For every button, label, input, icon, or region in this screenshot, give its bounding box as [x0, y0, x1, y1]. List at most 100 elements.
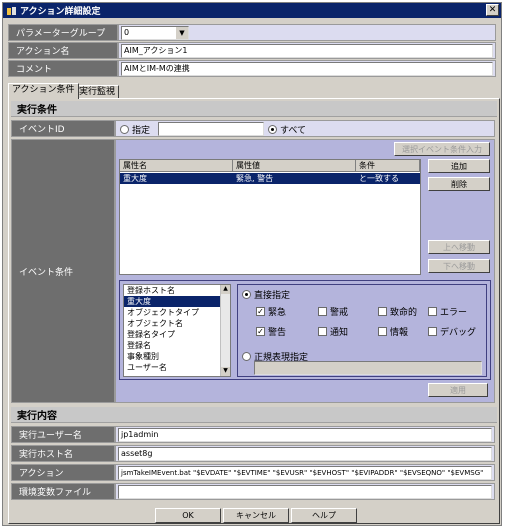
severity-option[interactable]: 警戒	[318, 305, 348, 318]
severity-label: 警告	[268, 328, 287, 338]
severity-label: 警戒	[330, 308, 349, 318]
exec-condition-header: 実行条件	[11, 101, 497, 117]
severity-option[interactable]: デバッグ	[428, 325, 476, 338]
attribute-list[interactable]: 登録ホスト名 重大度 オブジェクトタイプ オブジェクト名 登録名タイプ 登録名 事象種別 ユー…	[123, 284, 231, 377]
action-name-input[interactable]: AIM_アクション1	[121, 44, 493, 58]
comment-cell: AIMとIM-Mの連携	[118, 60, 496, 77]
severity-label: 情報	[390, 328, 409, 338]
move-up-button[interactable]: 上へ移動	[428, 240, 490, 254]
add-button[interactable]: 追加	[428, 159, 490, 173]
scroll-up-icon[interactable]: ▲	[221, 285, 230, 294]
list-item[interactable]: 登録名	[124, 340, 230, 351]
tab-action-condition[interactable]: アクション条件	[8, 83, 79, 99]
column-header[interactable]: 条件	[356, 160, 420, 172]
event-id-specify-label: 指定	[132, 126, 151, 136]
severity-option[interactable]: ✓ 警告	[256, 325, 286, 338]
severity-label: 通知	[330, 328, 349, 338]
severity-option[interactable]: ✓ 緊急	[256, 305, 286, 318]
env-file-cell	[115, 483, 495, 500]
param-group-label: パラメーターグループ	[8, 24, 118, 41]
checkbox-icon[interactable]	[428, 327, 437, 336]
table-row[interactable]: 重大度 緊急, 警告 と一致する	[120, 173, 420, 184]
ok-button[interactable]: OK	[155, 508, 221, 523]
comment-input[interactable]: AIMとIM-Mの連携	[121, 62, 493, 76]
env-file-label: 環境変数ファイル	[11, 483, 115, 500]
list-item[interactable]: オブジェクトタイプ	[124, 307, 230, 318]
list-item[interactable]: 事象種別	[124, 351, 230, 362]
action-input[interactable]: jsmTakeIMEvent.bat "$EVDATE" "$EVTIME" "…	[118, 466, 492, 480]
apply-button[interactable]: 適用	[428, 383, 488, 397]
exec-user-cell: jp1admin	[115, 426, 495, 443]
regex-radio[interactable]	[242, 352, 251, 361]
action-name-cell: AIM_アクション1	[118, 42, 496, 59]
checked-checkbox-icon[interactable]: ✓	[256, 307, 265, 316]
event-id-all-radio[interactable]	[268, 125, 277, 134]
cancel-button[interactable]: キャンセル	[223, 508, 289, 523]
event-id-input[interactable]	[158, 122, 264, 136]
severity-option[interactable]: エラー	[428, 305, 467, 318]
exec-host-label: 実行ホスト名	[11, 445, 115, 462]
list-item[interactable]: オブジェクト名	[124, 318, 230, 329]
severity-option[interactable]: 通知	[318, 325, 348, 338]
severity-option[interactable]: 致命的	[378, 305, 417, 318]
severity-option[interactable]: 情報	[378, 325, 408, 338]
checkbox-icon[interactable]	[318, 327, 327, 336]
checkbox-icon[interactable]	[378, 327, 387, 336]
exec-user-input[interactable]: jp1admin	[118, 428, 492, 442]
window-title: アクション詳細設定	[20, 7, 101, 17]
event-id-all-label: すべて	[280, 126, 307, 136]
help-button[interactable]: ヘルプ	[291, 508, 357, 523]
checkbox-icon[interactable]	[428, 307, 437, 316]
list-item[interactable]: 登録名タイプ	[124, 329, 230, 340]
severity-label: デバッグ	[440, 328, 477, 338]
tab-panel: 実行条件 イベントID 指定 すべて イベント条件 選択イベント条件入力 属性名…	[8, 98, 500, 524]
list-item[interactable]: 登録ホスト名	[124, 285, 230, 296]
severity-label: 致命的	[390, 308, 418, 318]
param-group-select[interactable]: 0 ▼	[121, 26, 189, 40]
comment-label: コメント	[8, 60, 118, 77]
checkbox-icon[interactable]	[378, 307, 387, 316]
scroll-down-icon[interactable]: ▼	[221, 367, 230, 376]
severity-label: エラー	[440, 308, 468, 318]
tab-exec-monitor[interactable]: 実行監視	[75, 85, 120, 99]
direct-label: 直接指定	[254, 291, 291, 301]
event-condition-cell: 選択イベント条件入力 属性名 属性値 条件 重大度 緊急, 警告 と一致する 追…	[115, 139, 495, 403]
exec-host-input[interactable]: asset8g	[118, 447, 492, 461]
selected-event-condition-button[interactable]: 選択イベント条件入力	[394, 142, 490, 156]
action-detail-dialog: アクション詳細設定 ✕ パラメーターグループ 0 ▼ アクション名 AIM_アク…	[2, 2, 502, 526]
move-down-button[interactable]: 下へ移動	[428, 259, 490, 273]
exec-host-cell: asset8g	[115, 445, 495, 462]
action-label: アクション	[11, 464, 115, 481]
event-condition-label: イベント条件	[11, 139, 115, 403]
list-item[interactable]: 重大度	[124, 296, 230, 307]
column-header[interactable]: 属性名	[120, 160, 233, 172]
condition-table: 属性名 属性値 条件 重大度 緊急, 警告 と一致する	[119, 159, 421, 275]
close-icon[interactable]: ✕	[486, 4, 499, 16]
env-file-input[interactable]	[118, 485, 492, 499]
event-id-specify-radio[interactable]	[120, 125, 129, 134]
list-scrollbar[interactable]: ▲ ▼	[220, 285, 230, 376]
value-options: 直接指定 ✓ 緊急 警戒 致命的 エラー ✓ 警告 通知 情報 デバッグ 正規表現指定	[237, 284, 487, 377]
column-header[interactable]: 属性値	[233, 160, 356, 172]
attribute-editor: 登録ホスト名 重大度 オブジェクトタイプ オブジェクト名 登録名タイプ 登録名 事象種別 ユー…	[119, 280, 491, 380]
regex-input[interactable]	[254, 361, 482, 375]
direct-radio[interactable]	[242, 290, 251, 299]
delete-button[interactable]: 削除	[428, 177, 490, 191]
title-bar: アクション詳細設定 ✕	[3, 3, 501, 18]
action-name-label: アクション名	[8, 42, 118, 59]
exec-user-label: 実行ユーザー名	[11, 426, 115, 443]
severity-label: 緊急	[268, 308, 287, 318]
chevron-down-icon: ▼	[175, 27, 188, 39]
param-group-cell: 0 ▼	[118, 24, 496, 41]
table-cell: と一致する	[359, 174, 399, 183]
action-cell: jsmTakeIMEvent.bat "$EVDATE" "$EVTIME" "…	[115, 464, 495, 481]
event-id-label: イベントID	[11, 120, 115, 137]
list-item[interactable]: ユーザー名	[124, 362, 230, 373]
checkbox-icon[interactable]	[318, 307, 327, 316]
checked-checkbox-icon[interactable]: ✓	[256, 327, 265, 336]
event-id-cell: 指定 すべて	[115, 120, 495, 137]
exec-content-header: 実行内容	[11, 407, 497, 423]
table-cell: 重大度	[123, 174, 147, 183]
app-icon	[6, 6, 18, 16]
table-cell: 緊急, 警告	[236, 174, 274, 183]
